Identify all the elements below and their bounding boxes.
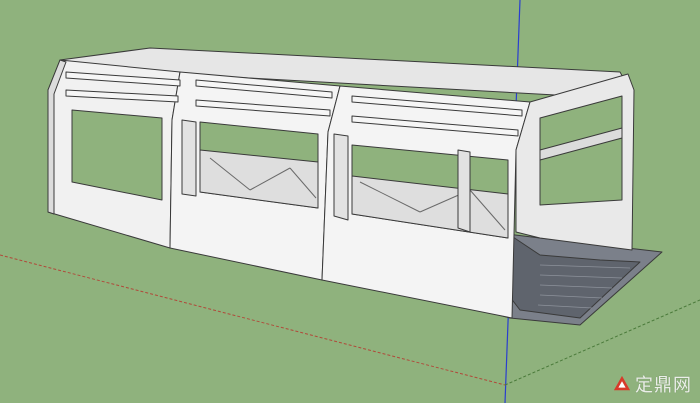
watermark-brand-text: 定鼎网	[635, 375, 692, 396]
model-canvas[interactable]	[0, 0, 700, 403]
shelter-model[interactable]	[47, 47, 663, 326]
dingding-logo-icon	[613, 375, 631, 391]
watermark: 定鼎网	[613, 371, 692, 397]
3d-viewport[interactable]: 定鼎网	[0, 0, 700, 403]
